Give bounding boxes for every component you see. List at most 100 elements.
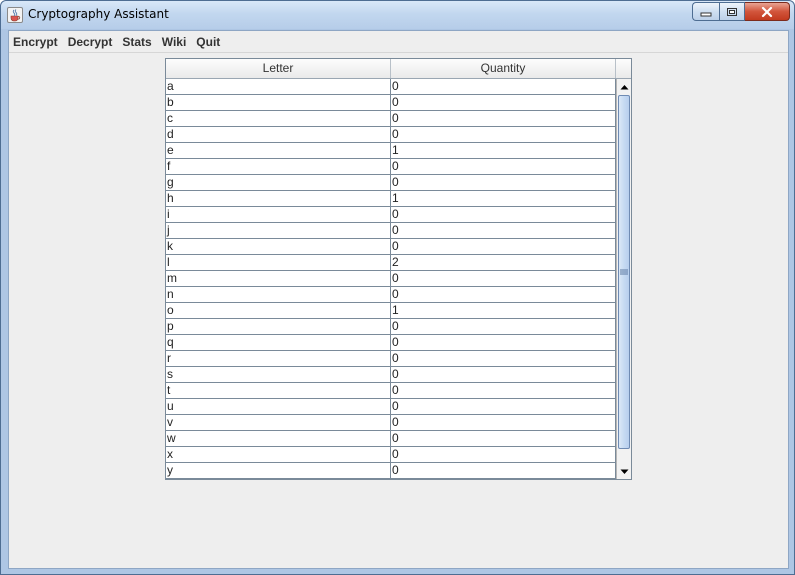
cell-quantity[interactable]: 1 xyxy=(391,143,616,158)
cell-letter[interactable]: o xyxy=(166,303,391,318)
table-row[interactable]: l2 xyxy=(166,255,616,271)
cell-quantity[interactable]: 1 xyxy=(391,303,616,318)
java-cup-icon[interactable] xyxy=(7,7,23,23)
maximize-icon xyxy=(727,7,737,16)
cell-letter[interactable]: h xyxy=(166,191,391,206)
vertical-scrollbar[interactable] xyxy=(616,79,631,479)
cell-letter[interactable]: d xyxy=(166,127,391,142)
minimize-button[interactable] xyxy=(692,2,719,21)
table-row[interactable]: y0 xyxy=(166,463,616,479)
cell-quantity[interactable]: 0 xyxy=(391,351,616,366)
cell-quantity[interactable]: 0 xyxy=(391,111,616,126)
cell-quantity[interactable]: 0 xyxy=(391,287,616,302)
cell-letter[interactable]: w xyxy=(166,431,391,446)
cell-letter[interactable]: s xyxy=(166,367,391,382)
cell-quantity[interactable]: 0 xyxy=(391,319,616,334)
title-bar[interactable]: Cryptography Assistant xyxy=(1,1,794,29)
cell-letter[interactable]: j xyxy=(166,223,391,238)
cell-letter[interactable]: i xyxy=(166,207,391,222)
cell-letter[interactable]: e xyxy=(166,143,391,158)
table-row[interactable]: d0 xyxy=(166,127,616,143)
table-row[interactable]: h1 xyxy=(166,191,616,207)
cell-quantity[interactable]: 0 xyxy=(391,383,616,398)
table-header: Letter Quantity xyxy=(166,59,616,79)
menu-bar: Encrypt Decrypt Stats Wiki Quit xyxy=(9,31,788,53)
table-row[interactable]: n0 xyxy=(166,287,616,303)
cell-quantity[interactable]: 0 xyxy=(391,95,616,110)
close-button[interactable] xyxy=(745,2,790,21)
cell-letter[interactable]: t xyxy=(166,383,391,398)
cell-quantity[interactable]: 0 xyxy=(391,79,616,94)
table-row[interactable]: c0 xyxy=(166,111,616,127)
cell-quantity[interactable]: 0 xyxy=(391,175,616,190)
table-row[interactable]: r0 xyxy=(166,351,616,367)
cell-quantity[interactable]: 0 xyxy=(391,367,616,382)
cell-quantity[interactable]: 0 xyxy=(391,239,616,254)
cell-letter[interactable]: m xyxy=(166,271,391,286)
cell-letter[interactable]: u xyxy=(166,399,391,414)
table-row[interactable]: w0 xyxy=(166,431,616,447)
cell-letter[interactable]: r xyxy=(166,351,391,366)
menu-decrypt[interactable]: Decrypt xyxy=(64,31,119,53)
cell-letter[interactable]: f xyxy=(166,159,391,174)
table-row[interactable]: t0 xyxy=(166,383,616,399)
window-title: Cryptography Assistant xyxy=(28,7,169,21)
table-row[interactable]: g0 xyxy=(166,175,616,191)
menu-stats[interactable]: Stats xyxy=(118,31,157,53)
cell-quantity[interactable]: 0 xyxy=(391,207,616,222)
table-row[interactable]: e1 xyxy=(166,143,616,159)
table-row[interactable]: q0 xyxy=(166,335,616,351)
menu-wiki[interactable]: Wiki xyxy=(158,31,193,53)
cell-quantity[interactable]: 2 xyxy=(391,255,616,270)
column-header-quantity[interactable]: Quantity xyxy=(391,59,616,78)
cell-quantity[interactable]: 0 xyxy=(391,415,616,430)
cell-quantity[interactable]: 0 xyxy=(391,335,616,350)
cell-letter[interactable]: y xyxy=(166,463,391,478)
grip-icon xyxy=(620,269,628,275)
arrow-up-icon xyxy=(620,84,628,89)
cell-letter[interactable]: v xyxy=(166,415,391,430)
cell-quantity[interactable]: 0 xyxy=(391,223,616,238)
table-row[interactable]: k0 xyxy=(166,239,616,255)
scroll-up-button[interactable] xyxy=(617,79,631,94)
cell-quantity[interactable]: 0 xyxy=(391,399,616,414)
table-row[interactable]: a0 xyxy=(166,79,616,95)
cell-quantity[interactable]: 0 xyxy=(391,159,616,174)
cell-quantity[interactable]: 0 xyxy=(391,447,616,462)
cell-letter[interactable]: g xyxy=(166,175,391,190)
caption-buttons xyxy=(692,2,790,21)
cell-letter[interactable]: c xyxy=(166,111,391,126)
menu-encrypt[interactable]: Encrypt xyxy=(9,31,64,53)
cell-letter[interactable]: b xyxy=(166,95,391,110)
table-row[interactable]: j0 xyxy=(166,223,616,239)
cell-quantity[interactable]: 1 xyxy=(391,191,616,206)
table-row[interactable]: m0 xyxy=(166,271,616,287)
table-row[interactable]: u0 xyxy=(166,399,616,415)
cell-letter[interactable]: n xyxy=(166,287,391,302)
cell-letter[interactable]: k xyxy=(166,239,391,254)
scrollbar-thumb[interactable] xyxy=(618,95,630,449)
cell-quantity[interactable]: 0 xyxy=(391,431,616,446)
table-body: a0b0c0d0e1f0g0h1i0j0k0l2m0n0o1p0q0r0s0t0… xyxy=(166,79,616,479)
table-row[interactable]: v0 xyxy=(166,415,616,431)
column-header-letter[interactable]: Letter xyxy=(166,59,391,78)
table-row[interactable]: o1 xyxy=(166,303,616,319)
table-row[interactable]: s0 xyxy=(166,367,616,383)
cell-letter[interactable]: q xyxy=(166,335,391,350)
cell-letter[interactable]: l xyxy=(166,255,391,270)
table-corner xyxy=(616,59,631,79)
table-row[interactable]: p0 xyxy=(166,319,616,335)
scroll-down-button[interactable] xyxy=(617,464,631,479)
table-row[interactable]: i0 xyxy=(166,207,616,223)
cell-letter[interactable]: p xyxy=(166,319,391,334)
cell-quantity[interactable]: 0 xyxy=(391,271,616,286)
cell-letter[interactable]: x xyxy=(166,447,391,462)
cell-quantity[interactable]: 0 xyxy=(391,127,616,142)
menu-quit[interactable]: Quit xyxy=(192,31,226,53)
cell-quantity[interactable]: 0 xyxy=(391,463,616,478)
table-row[interactable]: f0 xyxy=(166,159,616,175)
table-row[interactable]: x0 xyxy=(166,447,616,463)
table-row[interactable]: b0 xyxy=(166,95,616,111)
cell-letter[interactable]: a xyxy=(166,79,391,94)
maximize-button[interactable] xyxy=(719,2,745,21)
